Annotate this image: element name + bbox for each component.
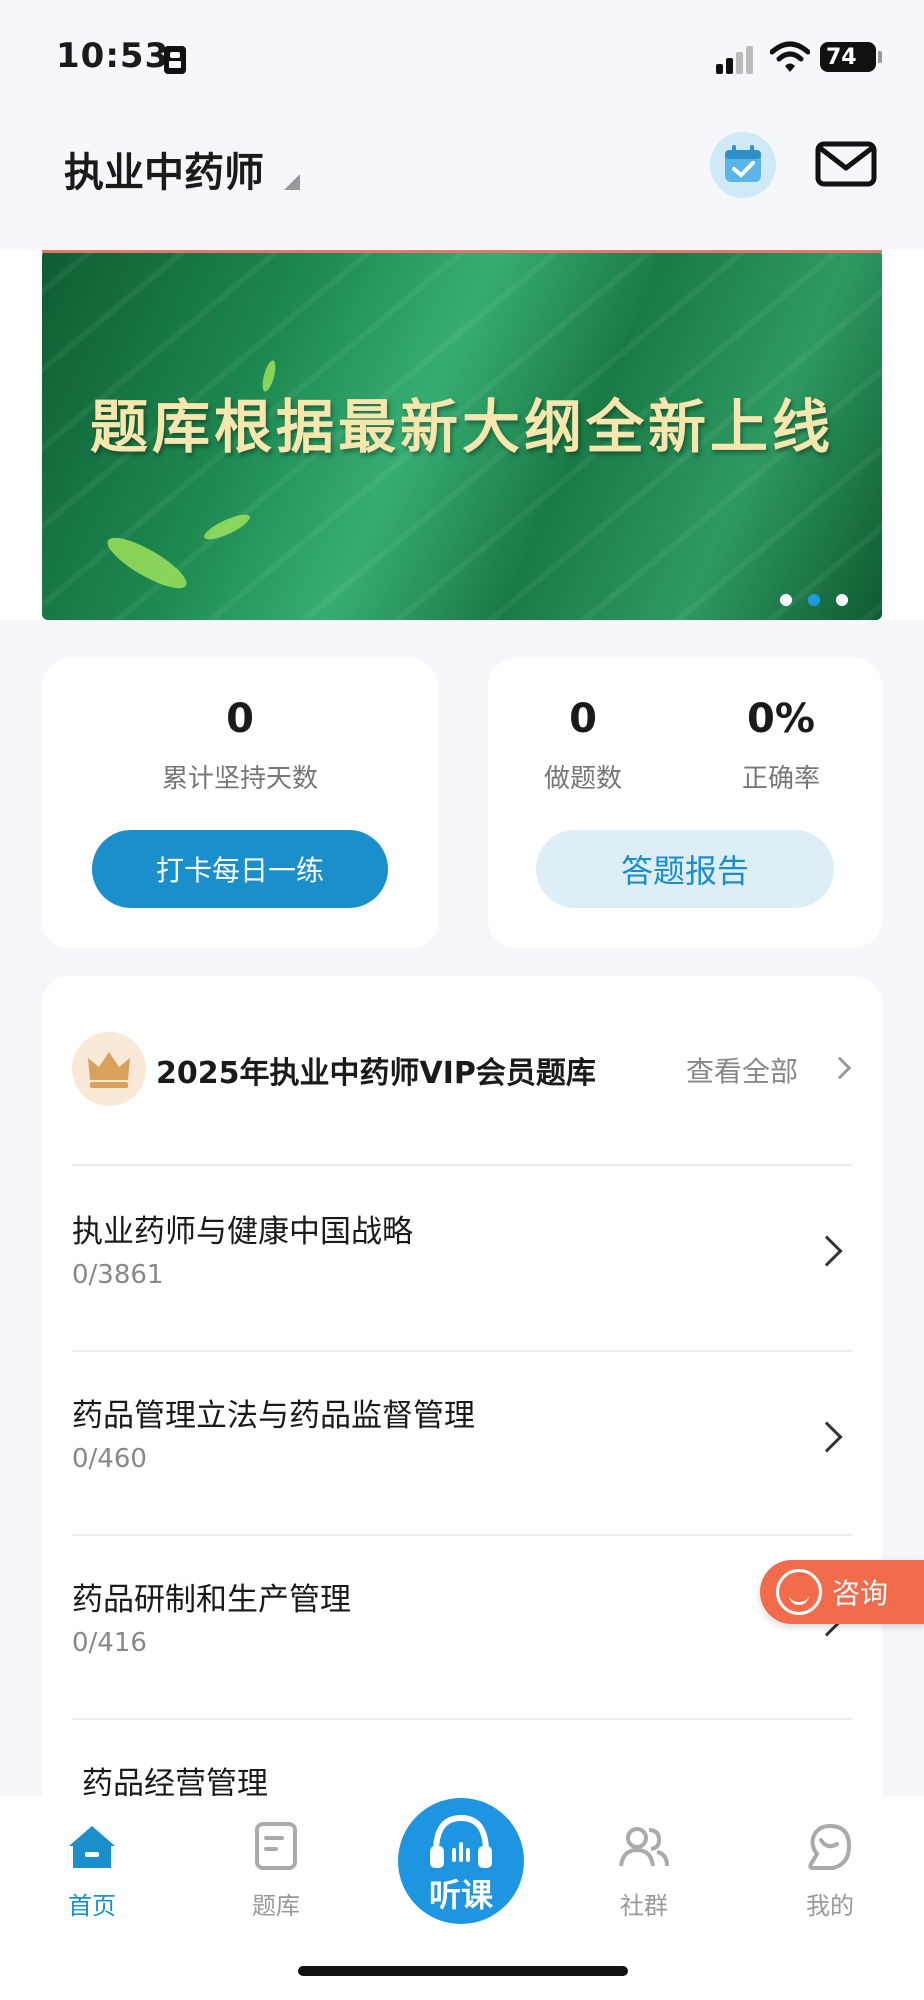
accuracy-label: 正确率 [741,764,820,794]
chevron-right-icon[interactable] [811,1421,843,1453]
carousel-dot-active[interactable] [808,594,820,606]
exam-selector[interactable]: 执业中药师 [64,140,264,198]
group-icon [617,1820,671,1874]
listen-lesson-button[interactable]: 听课 [398,1798,524,1924]
consult-button[interactable]: 咨询 [760,1560,924,1624]
cellular-signal-icon [716,44,756,74]
customer-service-icon [776,1569,822,1615]
accuracy-value: 0% [747,696,815,742]
carousel-dot[interactable] [780,594,792,606]
banner-edge [42,250,882,253]
wifi-icon [769,40,811,74]
questions-value: 0 [569,696,597,742]
status-time: 10:53 [56,36,170,76]
divider [72,1164,852,1166]
tab-mine[interactable]: 我的 [770,1820,890,1930]
divider [72,1350,852,1352]
carousel-dots[interactable] [780,594,848,606]
item-title: 药品管理立法与药品监督管理 [72,1398,475,1434]
tab-label: 题库 [252,1892,300,1920]
tab-community[interactable]: 社群 [584,1820,704,1930]
progress-card: 0 做题数 0% 正确率 答题报告 [488,658,882,948]
mail-icon[interactable] [812,134,882,194]
home-icon [65,1820,119,1874]
divider [72,1718,852,1720]
consult-label: 咨询 [832,1577,889,1610]
chevron-right-icon[interactable] [811,1235,843,1267]
app-header: 执业中药师 [0,110,924,250]
sim-card-icon [164,46,186,74]
battery-tip [878,51,882,63]
headphones-icon [430,1814,492,1868]
status-bar: 10:53 74 [0,0,924,110]
questions-label: 做题数 [543,764,622,794]
bottom-tab-bar: 首页 题库 听课 社群 我的 [0,1796,924,2000]
banner-area: 题库根据最新大纲全新上线 [0,250,924,620]
days-value: 0 [226,696,254,742]
battery-icon: 74 [820,42,876,72]
listen-label: 听课 [428,1876,493,1914]
banner-headline: 题库根据最新大纲全新上线 [89,393,834,461]
item-title: 执业药师与健康中国战略 [72,1214,413,1250]
profile-icon [803,1820,857,1874]
tab-label: 我的 [806,1892,854,1920]
item-count: 0/460 [72,1444,147,1474]
item-title: 药品经营管理 [82,1766,268,1796]
dropdown-caret-icon[interactable] [284,174,300,190]
promo-banner[interactable]: 题库根据最新大纲全新上线 [42,250,882,620]
item-title: 药品研制和生产管理 [72,1582,351,1618]
tab-label: 首页 [68,1892,116,1920]
item-count: 0/3861 [72,1260,164,1290]
home-indicator [298,1966,628,1976]
checkin-card: 0 累计坚持天数 打卡每日一练 [42,658,438,948]
chevron-right-icon[interactable] [828,1056,852,1080]
daily-practice-button[interactable]: 打卡每日一练 [92,830,388,908]
crown-icon [72,1032,146,1106]
tab-home[interactable]: 首页 [32,1820,152,1930]
bank-title: 2025年执业中药师VIP会员题库 [156,1056,596,1091]
question-bank-section: 2025年执业中药师VIP会员题库 查看全部 执业药师与健康中国战略 0/386… [42,976,882,1796]
item-count: 0/416 [72,1628,147,1658]
answer-report-button[interactable]: 答题报告 [536,830,834,908]
calendar-checkin-icon[interactable] [710,132,776,198]
tab-question-bank[interactable]: 题库 [216,1820,336,1930]
leaf-decoration [201,510,253,544]
days-label: 累计坚持天数 [161,764,318,794]
view-all-link[interactable]: 查看全部 [686,1050,798,1090]
tab-label: 社群 [620,1892,668,1920]
leaf-decoration [101,529,193,597]
carousel-dot[interactable] [836,594,848,606]
divider [72,1534,852,1536]
document-icon [249,1820,303,1874]
